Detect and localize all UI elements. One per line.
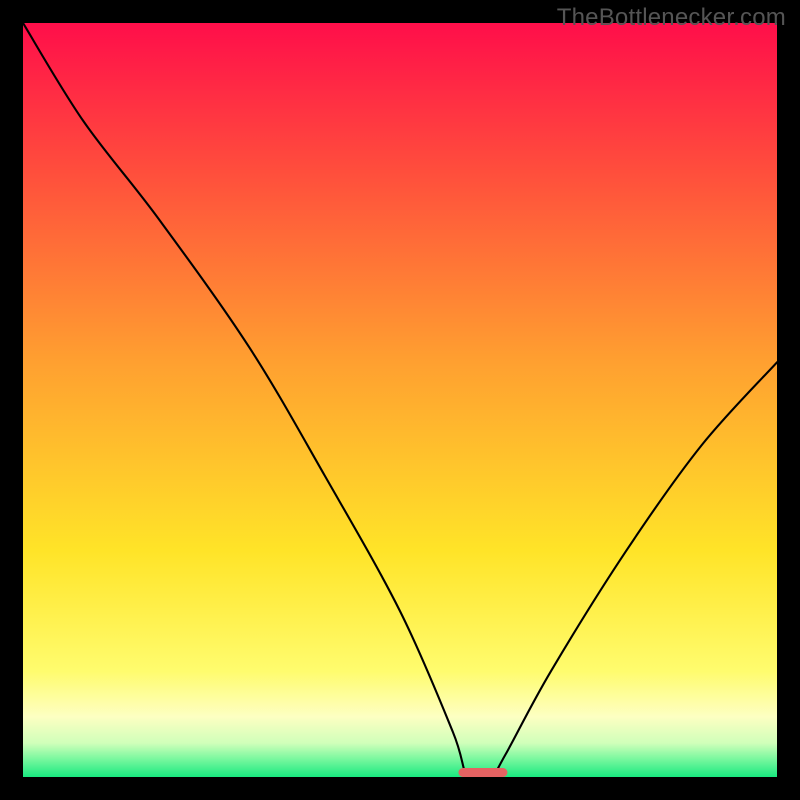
watermark-text: TheBottlenecker.com (557, 4, 786, 32)
gradient-background (23, 23, 777, 777)
bottleneck-chart (23, 23, 777, 777)
chart-container: TheBottlenecker.com (0, 0, 800, 800)
threshold-marker (458, 768, 507, 777)
